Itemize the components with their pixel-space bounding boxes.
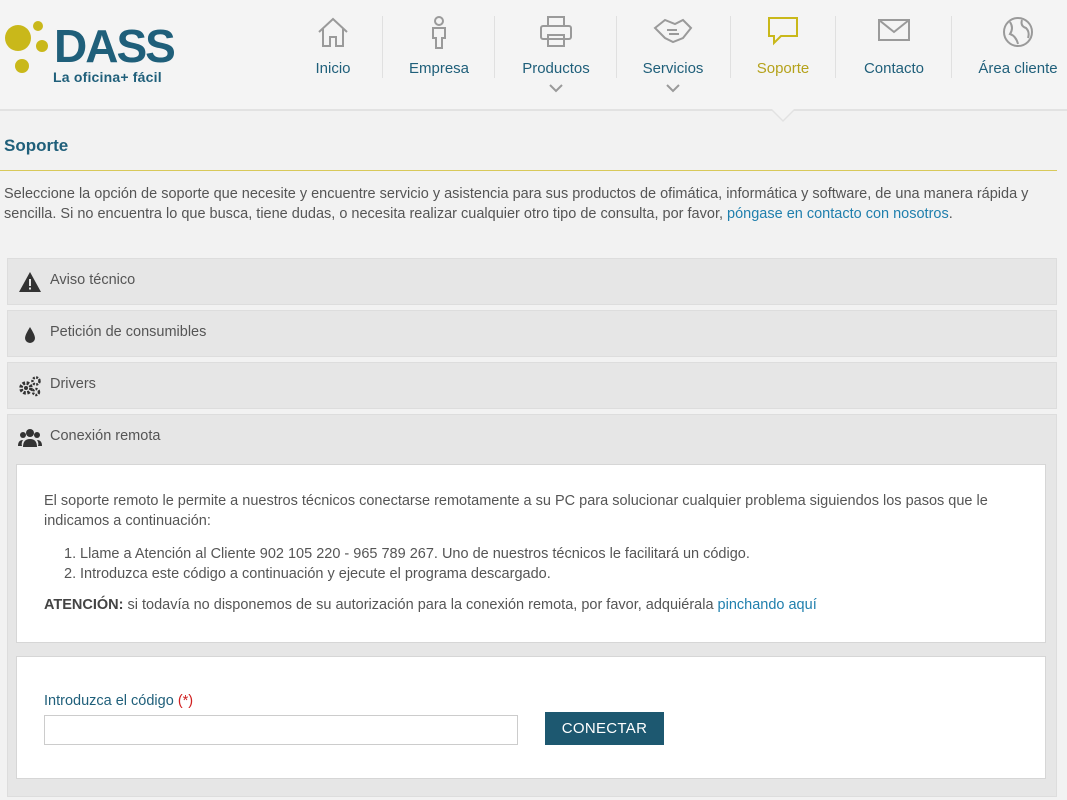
site-header: DASS La oficina+ fácil Inicio Empresa Pr… — [0, 0, 1067, 122]
nav-label-inicio: Inicio — [315, 60, 351, 77]
logo-tagline: La oficina+ fácil — [53, 69, 162, 85]
handshake-icon — [653, 18, 693, 44]
nav-divider — [835, 16, 836, 78]
accordion-label: Drivers — [50, 376, 96, 392]
logo-mark: DASS — [5, 20, 174, 73]
chevron-down-icon — [549, 84, 563, 93]
warning-icon — [19, 272, 41, 292]
home-icon — [318, 17, 348, 47]
nav-contacto[interactable]: Contacto — [856, 0, 932, 111]
warning-label: ATENCIÓN: — [44, 597, 124, 613]
accordion-label: Petición de consumibles — [50, 324, 207, 340]
list-item: 2. Introduzca este código a continuación … — [64, 566, 551, 582]
list-item: 1. Llame a Atención al Cliente 902 105 22… — [64, 546, 750, 562]
code-field-label: Introduzca el código (*) — [44, 693, 194, 709]
nav-empresa[interactable]: Empresa — [398, 0, 480, 111]
nav-label-contacto: Contacto — [863, 60, 925, 77]
users-icon — [18, 429, 42, 447]
person-icon — [432, 16, 446, 49]
connect-button[interactable]: CONECTAR — [545, 712, 664, 745]
drop-icon — [25, 327, 35, 343]
nav-servicios[interactable]: Servicios — [635, 0, 711, 111]
accordion-label: Conexión remota — [50, 428, 161, 444]
speech-bubble-icon — [768, 17, 798, 46]
nav-inicio[interactable]: Inicio — [298, 0, 368, 111]
nav-label-soporte: Soporte — [756, 60, 810, 77]
nav-label-empresa: Empresa — [408, 60, 470, 77]
nav-divider — [494, 16, 495, 78]
nav-area-cliente[interactable]: Área cliente — [970, 0, 1066, 111]
nav-divider — [730, 16, 731, 78]
brand-logo[interactable]: DASS La oficina+ fácil — [4, 14, 174, 94]
nav-label-productos: Productos — [522, 60, 590, 77]
remote-description: El soporte remoto le permite a nuestros … — [44, 493, 988, 529]
title-divider — [0, 170, 1057, 171]
steps-list: 1. Llame a Atención al Cliente 902 105 22… — [64, 544, 750, 584]
envelope-icon — [878, 19, 910, 41]
nav-divider — [382, 16, 383, 78]
intro-text: Seleccione la opción de soporte que nece… — [4, 184, 1054, 224]
authorization-notice: ATENCIÓN: si todavía no disponemos de su… — [44, 597, 817, 613]
page-title: Soporte — [4, 136, 69, 155]
accordion-header-conexion-remota[interactable]: Conexión remota — [8, 415, 1056, 462]
nav-label-area-cliente: Área cliente — [978, 60, 1058, 77]
nav-divider — [616, 16, 617, 78]
remote-info-panel: El soporte remoto le permite a nuestros … — [16, 464, 1046, 643]
nav-divider — [951, 16, 952, 78]
logo-wordmark: DASS — [54, 20, 174, 72]
authorization-link[interactable]: pinchando aquí — [718, 597, 817, 613]
nav-soporte[interactable]: Soporte — [749, 0, 817, 111]
code-input[interactable] — [44, 715, 518, 745]
contact-link[interactable]: póngase en contacto con nosotros — [727, 206, 949, 222]
globe-icon — [1003, 17, 1033, 47]
accordion-consumibles[interactable]: Petición de consumibles — [7, 310, 1057, 357]
active-nav-pointer-inner — [772, 109, 794, 120]
intro-end: . — [948, 206, 953, 222]
accordion-aviso-tecnico[interactable]: Aviso técnico — [7, 258, 1057, 305]
accordion-drivers[interactable]: Drivers — [7, 362, 1057, 409]
printer-icon — [540, 16, 572, 47]
gears-icon — [19, 376, 41, 397]
required-marker: (*) — [177, 693, 194, 709]
accordion-label: Aviso técnico — [50, 272, 136, 288]
chevron-down-icon — [666, 84, 680, 93]
nav-label-servicios: Servicios — [642, 60, 704, 77]
nav-productos[interactable]: Productos — [514, 0, 598, 111]
code-form-panel: Introduzca el código (*) CONECTAR — [16, 656, 1046, 779]
